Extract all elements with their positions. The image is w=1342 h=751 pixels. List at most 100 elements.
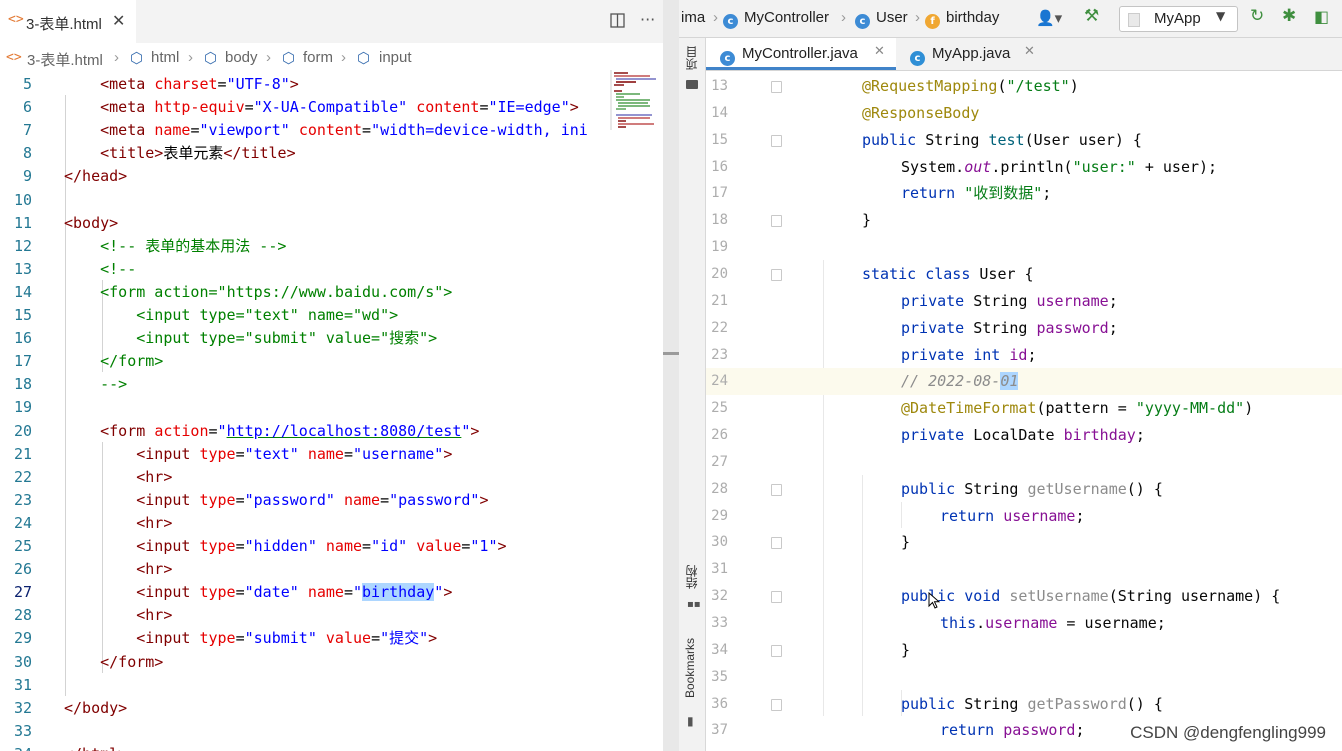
tab-mycontroller[interactable]: c MyController.java ✕ — [706, 38, 896, 70]
fold-marker-icon[interactable] — [771, 134, 782, 147]
fold-marker-icon[interactable] — [771, 483, 782, 496]
fold-marker-icon[interactable] — [771, 644, 782, 657]
code-line[interactable]: 16 <input type="submit" value="搜索"> — [0, 327, 610, 350]
code-line[interactable]: 14 <form action="https://www.baidu.com/s… — [0, 281, 610, 304]
code-token: name — [343, 490, 381, 509]
code-token: // 2022-08- — [901, 372, 1001, 391]
code-line[interactable]: 21 <input type="text" name="username"> — [0, 443, 610, 466]
code-line[interactable]: 34 </html> — [0, 743, 610, 751]
tab-myapp[interactable]: c MyApp.java ✕ — [896, 38, 1046, 70]
code-line[interactable]: 28 public String getUsername() { — [706, 476, 1342, 503]
code-line[interactable]: 30} — [706, 529, 1342, 556]
breadcrumb-form[interactable]: form — [303, 49, 333, 66]
nav-crumb-class[interactable]: MyController — [744, 9, 829, 26]
bookmarks-tool-button[interactable]: Bookmarks — [683, 638, 697, 698]
code-line[interactable]: 27 <input type="date" name="birthday"> — [0, 581, 610, 604]
code-line[interactable]: 29 return username; — [706, 503, 1342, 530]
run-configuration-selector[interactable]: MyApp ▼ — [1119, 6, 1238, 32]
code-line[interactable]: 15 public String test(User user) { — [706, 127, 1342, 154]
split-divider[interactable] — [663, 0, 679, 751]
code-line[interactable]: 24 <hr> — [0, 512, 610, 535]
code-line[interactable]: 20 static class User { — [706, 261, 1342, 288]
code-line[interactable]: 10 — [0, 189, 610, 212]
code-line[interactable]: 26 <hr> — [0, 558, 610, 581]
more-actions-icon[interactable]: ··· — [640, 10, 655, 29]
code-token: (User user) { — [1024, 130, 1142, 149]
code-line[interactable]: 31 — [0, 674, 610, 697]
code-line[interactable]: 29 <input type="submit" value="提交"> — [0, 627, 610, 650]
line-number: 12 — [13, 236, 32, 255]
code-line[interactable]: 32 public void setUsername(String usernam… — [706, 583, 1342, 610]
breadcrumb-file[interactable]: 3-表单.html — [27, 49, 103, 70]
code-line[interactable]: 11 <body> — [0, 212, 610, 235]
code-line[interactable]: 8 <title>表单元素</title> — [0, 142, 610, 165]
split-editor-icon[interactable] — [610, 13, 625, 28]
user-icon[interactable]: 👤▾ — [1036, 9, 1062, 27]
code-line[interactable]: 36 public String getPassword() { — [706, 691, 1342, 718]
code-line[interactable]: 13 <!-- — [0, 258, 610, 281]
code-line[interactable]: 15 <input type="text" name="wd"> — [0, 304, 610, 327]
fold-marker-icon[interactable] — [771, 537, 782, 550]
code-line[interactable]: 25 <input type="hidden" name="id" value=… — [0, 535, 610, 558]
line-number: 32 — [711, 588, 728, 605]
html-code-area[interactable]: 5 <meta charset="UTF-8"> 6 <meta http-equ… — [0, 72, 663, 751]
fold-marker-icon[interactable] — [771, 268, 782, 281]
folder-icon[interactable] — [686, 80, 698, 89]
breadcrumb-input[interactable]: input — [379, 49, 412, 66]
fold-marker-icon[interactable] — [771, 81, 782, 93]
code-line[interactable]: 31 — [706, 556, 1342, 583]
breadcrumb-html[interactable]: html — [151, 49, 179, 66]
close-icon[interactable]: ✕ — [874, 44, 885, 59]
code-line[interactable]: 28 <hr> — [0, 604, 610, 627]
fold-marker-icon[interactable] — [771, 591, 782, 604]
code-line[interactable]: 19 — [706, 234, 1342, 261]
project-tool-button[interactable]: 项目 — [683, 46, 700, 70]
code-line[interactable]: 24 // 2022-08-01 — [706, 368, 1342, 396]
minimap[interactable] — [610, 70, 660, 130]
code-line[interactable]: 32 </body> — [0, 697, 610, 720]
code-line[interactable]: 23 private int id; — [706, 342, 1342, 369]
code-line[interactable]: 7 <meta name="viewport" content="width=d… — [0, 119, 610, 142]
code-line[interactable]: 34} — [706, 637, 1342, 664]
code-line[interactable]: 33 this.username = username; — [706, 610, 1342, 637]
java-code-area[interactable]: 13 @RequestMapping("/test") 14 @ResponseBod… — [706, 72, 1342, 751]
nav-crumb-package[interactable]: ima — [681, 9, 705, 26]
code-line[interactable]: 21 private String username; — [706, 288, 1342, 315]
code-line[interactable]: 23 <input type="password" name="password… — [0, 489, 610, 512]
code-line[interactable]: 12 <!-- 表单的基本用法 --> — [0, 235, 610, 258]
code-line[interactable]: 30 </form> — [0, 651, 610, 674]
code-line[interactable]: 14 @ResponseBody — [706, 100, 1342, 127]
close-icon[interactable]: ✕ — [112, 11, 125, 31]
rerun-icon[interactable]: ↻ — [1250, 6, 1264, 26]
code-line[interactable]: 6 <meta http-equiv="X-UA-Compatible" con… — [0, 96, 610, 119]
code-line[interactable]: 18} — [706, 207, 1342, 234]
code-line[interactable]: 25 @DateTimeFormat(pattern = "yyyy-MM-dd"… — [706, 395, 1342, 422]
code-line[interactable]: 26 private LocalDate birthday; — [706, 422, 1342, 449]
code-line[interactable]: 5 <meta charset="UTF-8"> — [0, 73, 610, 96]
code-line[interactable]: 18 --> — [0, 373, 610, 396]
code-line[interactable]: 17 </form> — [0, 350, 610, 373]
code-line[interactable]: 20 <form action="http://localhost:8080/t… — [0, 420, 610, 443]
code-line[interactable]: 33 — [0, 720, 610, 743]
code-line[interactable]: 35 — [706, 664, 1342, 691]
code-line[interactable]: 22 <hr> — [0, 466, 610, 489]
structure-tool-button[interactable]: 结构 — [683, 565, 700, 589]
fold-marker-icon[interactable] — [771, 698, 782, 711]
code-line[interactable]: 9 </head> — [0, 165, 610, 188]
nav-crumb-field[interactable]: birthday — [946, 9, 999, 26]
close-icon[interactable]: ✕ — [1024, 44, 1035, 59]
code-line[interactable]: 17 return "收到数据"; — [706, 180, 1342, 207]
coverage-icon[interactable]: ◧ — [1314, 7, 1329, 26]
code-line[interactable]: 27 — [706, 449, 1342, 476]
code-line[interactable]: 19 — [0, 396, 610, 419]
code-line[interactable]: 16 System.out.println("user:" + user); — [706, 154, 1342, 181]
debug-icon[interactable]: ✱ — [1282, 6, 1296, 26]
nav-crumb-inner-class[interactable]: User — [876, 9, 908, 26]
hammer-icon[interactable]: ⚒ — [1084, 6, 1099, 26]
scrollbar-thumb[interactable] — [663, 352, 679, 355]
code-line[interactable]: 13 @RequestMapping("/test") — [706, 73, 1342, 100]
fold-marker-icon[interactable] — [771, 215, 782, 228]
code-line[interactable]: 22 private String password; — [706, 315, 1342, 342]
tab-3-html[interactable]: <> 3-表单.html ✕ — [0, 0, 136, 43]
breadcrumb-body[interactable]: body — [225, 49, 258, 66]
